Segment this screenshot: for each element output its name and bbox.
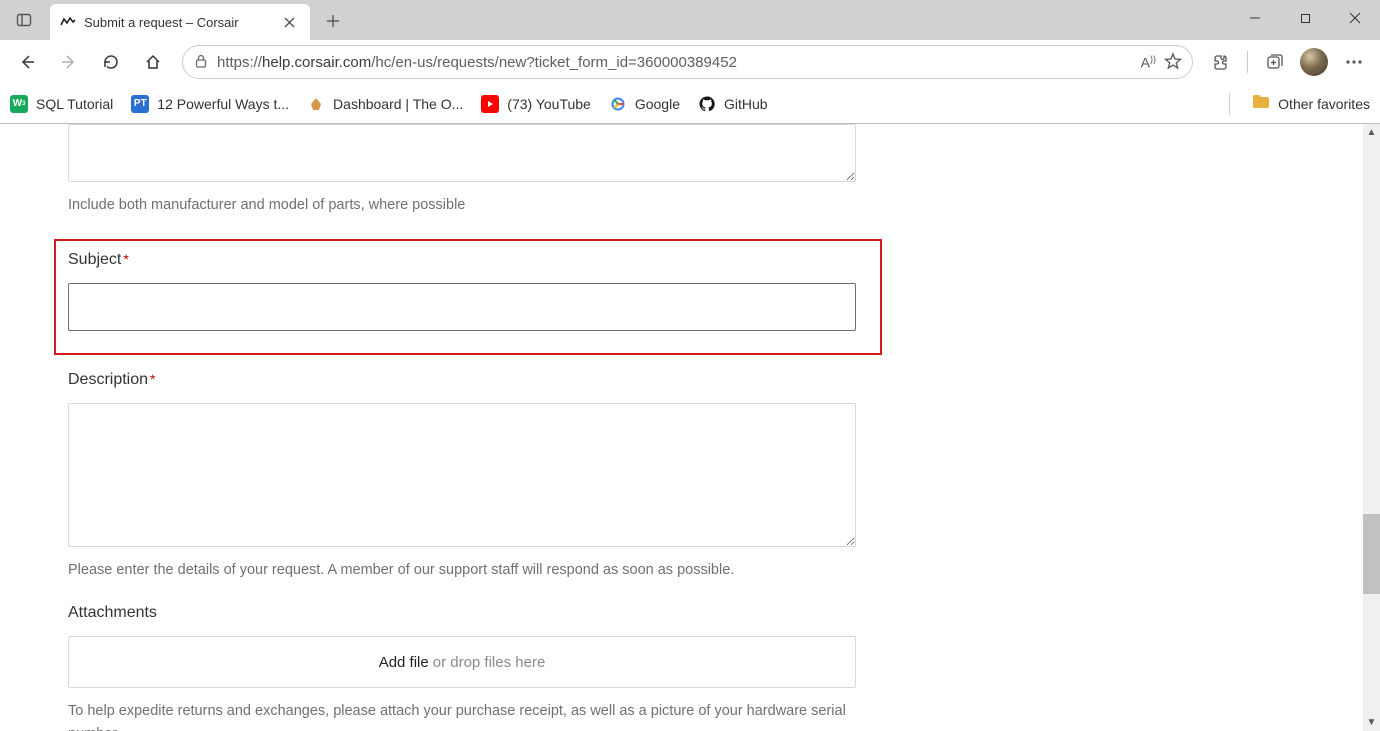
back-button[interactable]	[8, 43, 46, 81]
toolbar-separator	[1247, 51, 1248, 73]
browser-tab[interactable]: Submit a request – Corsair	[50, 4, 310, 40]
folder-icon	[1252, 94, 1270, 113]
google-icon	[609, 95, 627, 113]
bookmark-label: GitHub	[724, 96, 768, 112]
bookmark-dashboard-odin[interactable]: Dashboard | The O...	[307, 95, 463, 113]
subject-highlight: Subject*	[54, 239, 882, 355]
bookmark-label: Dashboard | The O...	[333, 96, 463, 112]
tab-close-button[interactable]	[280, 13, 298, 31]
attachments-label: Attachments	[68, 604, 880, 622]
attachments-dropzone[interactable]: Add file or drop files here	[68, 636, 856, 688]
extensions-icon[interactable]	[1203, 44, 1239, 80]
profile-avatar[interactable]	[1296, 44, 1332, 80]
address-bar[interactable]: https://help.corsair.com/hc/en-us/reques…	[182, 45, 1193, 79]
bookmark-youtube[interactable]: (73) YouTube	[481, 95, 591, 113]
bookmark-label: 12 Powerful Ways t...	[157, 96, 289, 112]
ordrop-text: or drop files here	[433, 654, 546, 671]
bookmarks-separator	[1229, 93, 1230, 115]
parts-helper-text: Include both manufacturer and model of p…	[68, 197, 880, 213]
read-aloud-icon[interactable]: A))	[1141, 54, 1156, 71]
subject-input[interactable]	[68, 283, 856, 331]
bookmark-label: Google	[635, 96, 680, 112]
other-favorites[interactable]: Other favorites	[1252, 94, 1370, 113]
settings-more-button[interactable]	[1336, 44, 1372, 80]
description-helper-text: Please enter the details of your request…	[68, 562, 880, 578]
pt-icon: PT	[131, 95, 149, 113]
window-minimize-button[interactable]	[1230, 0, 1280, 36]
bookmark-label: (73) YouTube	[507, 96, 591, 112]
page-content: Include both manufacturer and model of p…	[0, 124, 1380, 731]
home-button[interactable]	[134, 43, 172, 81]
vertical-scrollbar[interactable]: ▲ ▼	[1363, 124, 1380, 731]
bookmark-12-powerful[interactable]: PT 12 Powerful Ways t...	[131, 95, 289, 113]
bookmarks-bar: W3 SQL Tutorial PT 12 Powerful Ways t...…	[0, 84, 1380, 124]
description-textarea[interactable]	[68, 403, 856, 547]
favorite-star-icon[interactable]	[1164, 52, 1182, 73]
github-icon	[698, 95, 716, 113]
bookmark-label: SQL Tutorial	[36, 96, 113, 112]
w3schools-icon: W3	[10, 95, 28, 113]
browser-toolbar: https://help.corsair.com/hc/en-us/reques…	[0, 40, 1380, 84]
addfile-link[interactable]: Add file	[379, 654, 429, 671]
scroll-up-arrow[interactable]: ▲	[1363, 124, 1380, 141]
bookmark-sql-tutorial[interactable]: W3 SQL Tutorial	[10, 95, 113, 113]
parts-textarea[interactable]	[68, 124, 856, 182]
scroll-down-arrow[interactable]: ▼	[1363, 714, 1380, 731]
new-tab-button[interactable]	[316, 5, 350, 37]
scroll-thumb[interactable]	[1363, 514, 1380, 594]
site-info-icon[interactable]	[193, 53, 209, 72]
description-label: Description*	[68, 371, 880, 389]
youtube-icon	[481, 95, 499, 113]
window-close-button[interactable]	[1330, 0, 1380, 36]
attachments-helper-text: To help expedite returns and exchanges, …	[68, 700, 880, 731]
subject-label: Subject*	[68, 251, 868, 269]
other-favorites-label: Other favorites	[1278, 96, 1370, 112]
corsair-favicon	[60, 14, 76, 30]
forward-button[interactable]	[50, 43, 88, 81]
bookmark-google[interactable]: Google	[609, 95, 680, 113]
tab-actions-button[interactable]	[6, 4, 42, 36]
odin-icon	[307, 95, 325, 113]
titlebar: Submit a request – Corsair	[0, 0, 1380, 40]
refresh-button[interactable]	[92, 43, 130, 81]
url-text: https://help.corsair.com/hc/en-us/reques…	[217, 54, 1133, 71]
tab-title: Submit a request – Corsair	[84, 15, 272, 30]
bookmark-github[interactable]: GitHub	[698, 95, 768, 113]
window-maximize-button[interactable]	[1280, 0, 1330, 36]
collections-icon[interactable]	[1256, 44, 1292, 80]
